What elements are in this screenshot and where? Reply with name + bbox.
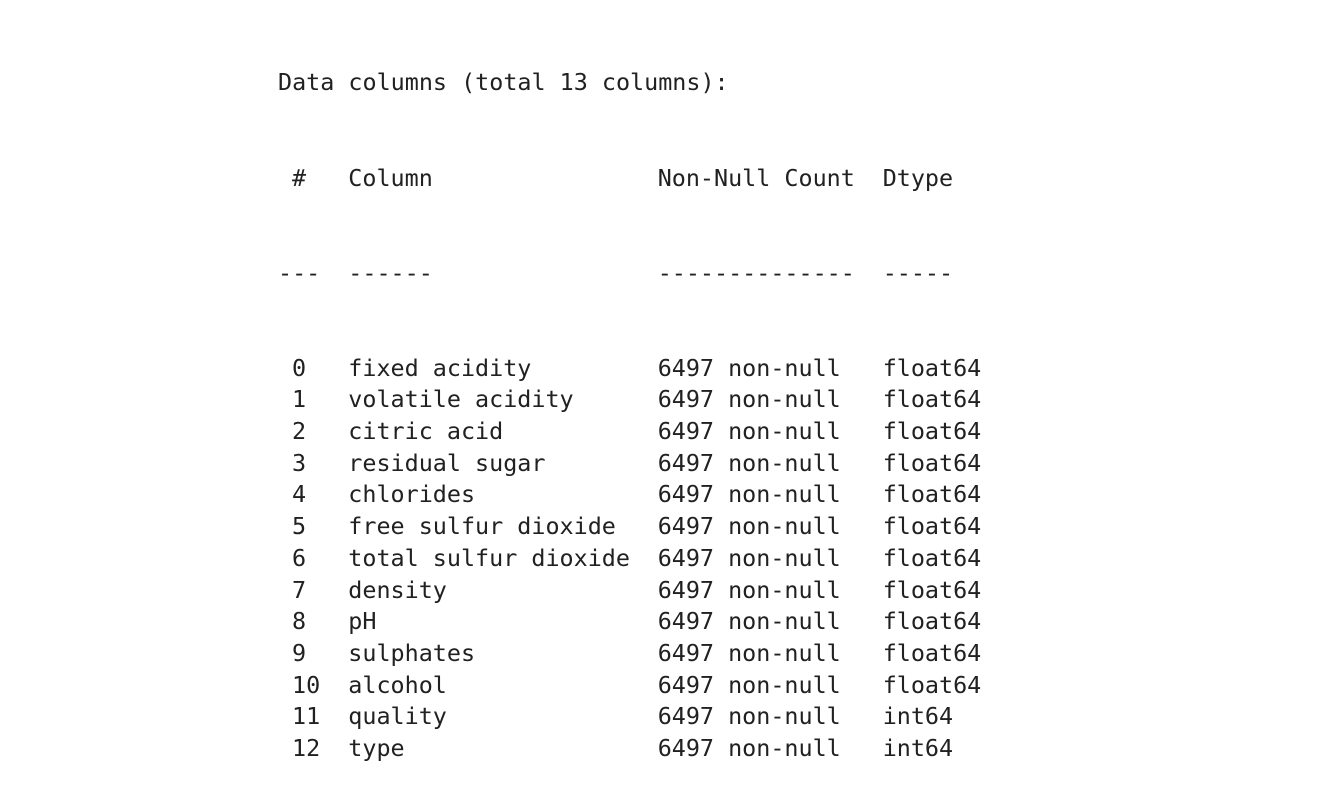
- row-dtype: float64: [882, 385, 982, 414]
- separator-index: ---: [278, 258, 321, 287]
- table-row: 7 density 6497 non-null float64: [278, 575, 981, 607]
- table-row: 9 sulphates 6497 non-null float64: [278, 638, 981, 670]
- row-index: 8: [292, 607, 307, 636]
- row-column-name: residual sugar: [348, 448, 546, 477]
- row-index: 12: [292, 733, 321, 762]
- row-column-name: chlorides: [348, 480, 476, 509]
- row-non-null-count: 6497 non-null: [657, 575, 841, 604]
- row-index: 4: [292, 480, 307, 509]
- dataframe-info-output: Data columns (total 13 columns): # Colum…: [278, 4, 981, 796]
- table-row: 4 chlorides 6497 non-null float64: [278, 479, 981, 511]
- row-column-name: pH: [348, 607, 377, 636]
- separator-row: --- ------ -------------- -----: [278, 258, 981, 290]
- table-row: 2 citric acid 6497 non-null float64: [278, 416, 981, 448]
- row-index: 2: [292, 417, 307, 446]
- row-non-null-count: 6497 non-null: [657, 385, 841, 414]
- table-row: 10 alcohol 6497 non-null float64: [278, 670, 981, 702]
- row-dtype: float64: [882, 607, 982, 636]
- row-non-null-count: 6497 non-null: [657, 607, 841, 636]
- row-dtype: float64: [882, 417, 982, 446]
- table-row: 3 residual sugar 6497 non-null float64: [278, 448, 981, 480]
- row-column-name: free sulfur dioxide: [348, 512, 616, 541]
- row-dtype: int64: [882, 702, 954, 731]
- row-column-name: total sulfur dioxide: [348, 543, 630, 572]
- row-non-null-count: 6497 non-null: [657, 448, 841, 477]
- table-row: 8 pH 6497 non-null float64: [278, 606, 981, 638]
- separator-dtype: -----: [882, 258, 954, 287]
- row-index: 11: [292, 702, 321, 731]
- row-non-null-count: 6497 non-null: [657, 670, 841, 699]
- table-row: 6 total sulfur dioxide 6497 non-null float6…: [278, 543, 981, 575]
- column-rows: 0 fixed acidity 6497 non-null float64 1 volat…: [278, 353, 981, 765]
- row-column-name: volatile acidity: [348, 385, 574, 414]
- row-index: 7: [292, 575, 307, 604]
- table-row: 0 fixed acidity 6497 non-null float64: [278, 353, 981, 385]
- row-index: 5: [292, 512, 307, 541]
- row-non-null-count: 6497 non-null: [657, 417, 841, 446]
- row-index: 6: [292, 543, 307, 572]
- row-non-null-count: 6497 non-null: [657, 480, 841, 509]
- row-column-name: type: [348, 733, 405, 762]
- row-dtype: float64: [882, 353, 982, 382]
- row-dtype: float64: [882, 575, 982, 604]
- row-non-null-count: 6497 non-null: [657, 543, 841, 572]
- row-index: 3: [292, 448, 307, 477]
- row-column-name: alcohol: [348, 670, 447, 699]
- row-index: 0: [292, 353, 307, 382]
- table-row: 1 volatile acidity 6497 non-null float64: [278, 384, 981, 416]
- row-dtype: float64: [882, 480, 982, 509]
- table-row: 12 type 6497 non-null int64: [278, 733, 981, 765]
- row-column-name: citric acid: [348, 417, 504, 446]
- row-non-null-count: 6497 non-null: [657, 702, 841, 731]
- header-index: #: [292, 163, 307, 192]
- row-dtype: float64: [882, 638, 982, 667]
- row-non-null-count: 6497 non-null: [657, 353, 841, 382]
- row-column-name: fixed acidity: [348, 353, 532, 382]
- row-index: 10: [292, 670, 321, 699]
- row-index: 1: [292, 385, 307, 414]
- separator-column: ------: [348, 258, 433, 287]
- row-column-name: sulphates: [348, 638, 476, 667]
- row-index: 9: [292, 638, 307, 667]
- row-column-name: density: [348, 575, 447, 604]
- row-dtype: int64: [882, 733, 954, 762]
- row-column-name: quality: [348, 702, 447, 731]
- row-dtype: float64: [882, 670, 982, 699]
- row-non-null-count: 6497 non-null: [657, 638, 841, 667]
- header-row: # Column Non-Null Count Dtype: [278, 163, 981, 195]
- row-dtype: float64: [882, 512, 982, 541]
- summary-line: Data columns (total 13 columns):: [278, 67, 981, 99]
- header-count: Non-Null Count: [657, 163, 855, 192]
- header-column: Column: [348, 163, 433, 192]
- header-dtype: Dtype: [882, 163, 954, 192]
- row-dtype: float64: [882, 448, 982, 477]
- table-row: 11 quality 6497 non-null int64: [278, 701, 981, 733]
- row-non-null-count: 6497 non-null: [657, 733, 841, 762]
- separator-count: --------------: [657, 258, 855, 287]
- summary-text: Data columns (total 13 columns):: [278, 68, 729, 97]
- row-dtype: float64: [882, 543, 982, 572]
- row-non-null-count: 6497 non-null: [657, 512, 841, 541]
- table-row: 5 free sulfur dioxide 6497 non-null float64: [278, 511, 981, 543]
